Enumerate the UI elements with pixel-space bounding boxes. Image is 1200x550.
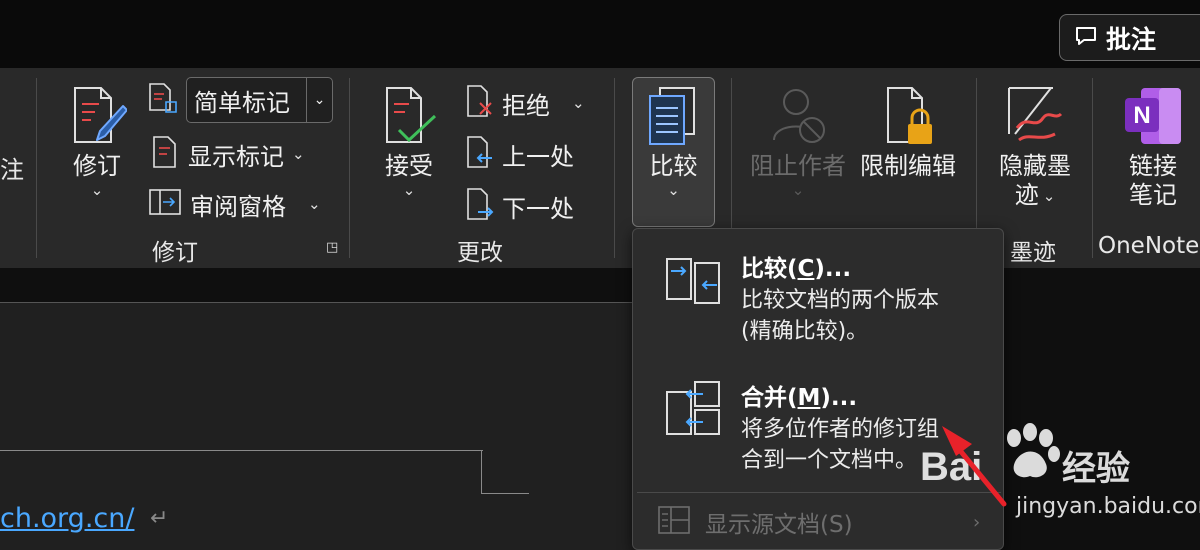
table-border (481, 493, 529, 494)
track-changes-icon (67, 84, 128, 152)
chevron-down-icon: ⌄ (791, 181, 805, 199)
hide-ink-label-line2: 迹 (1014, 181, 1039, 209)
show-markup-button[interactable]: 显示标记 ⌄ (150, 134, 305, 174)
lock-icon (878, 84, 938, 152)
compare-menu-desc-line1: 比较文档的两个版本 (741, 288, 940, 313)
combine-documents-icon (665, 380, 723, 442)
compare-menu-title: 比较(C)... (741, 256, 852, 282)
reject-button[interactable]: 拒绝 ⌄ (464, 83, 585, 123)
show-markup-icon (150, 134, 180, 174)
chevron-right-icon: › (973, 512, 981, 533)
block-authors-icon (768, 84, 828, 152)
chevron-down-icon: ⌄ (572, 94, 585, 112)
chevron-down-icon: ⌄ (667, 181, 680, 199)
track-changes-label: 修订 (73, 152, 121, 180)
restrict-editing-button[interactable]: 限制编辑 (858, 84, 958, 181)
comment-icon (1074, 25, 1098, 51)
comments-button[interactable]: 批注 (1059, 14, 1200, 61)
ribbon-divider (614, 78, 615, 258)
track-changes-group-label: 修订 (152, 240, 198, 266)
block-authors-label: 阻止作者 (750, 152, 846, 180)
review-pane-button[interactable]: 审阅窗格 ⌄ (148, 186, 321, 222)
ribbon-divider (1092, 78, 1093, 258)
restrict-editing-label: 限制编辑 (860, 152, 956, 180)
chevron-down-icon: ⌄ (402, 181, 416, 199)
accept-label: 接受 (385, 152, 433, 180)
show-markup-label: 显示标记 (188, 142, 284, 171)
onenote-group-label: OneNote (1098, 233, 1200, 259)
next-label: 下一处 (502, 194, 574, 223)
hide-ink-label-line1: 隐藏墨 (999, 152, 1071, 180)
markup-display-icon (146, 82, 180, 120)
chevron-down-icon[interactable]: ⌄ (306, 78, 332, 122)
watermark-url: jingyan.baidu.com (1016, 494, 1200, 519)
review-pane-label: 审阅窗格 (190, 192, 286, 221)
markup-display-value: 简单标记 (194, 88, 290, 117)
combine-menu-desc-line1: 将多位作者的修订组 (741, 417, 940, 442)
previous-change-button[interactable]: 上一处 (464, 134, 574, 174)
show-source-label: 显示源文档(S) (705, 512, 853, 538)
cut-off-button-label[interactable]: 注 (0, 150, 24, 185)
hide-ink-button[interactable]: 隐藏墨 迹 ⌄ (994, 84, 1076, 210)
ribbon-divider (36, 78, 37, 258)
block-authors-button[interactable]: 阻止作者 ⌄ (748, 84, 848, 199)
dialog-launcher-icon[interactable]: ◳ (326, 240, 338, 255)
compare-menu-desc-line2: (精确比较)。 (741, 319, 869, 344)
chevron-down-icon: ⌄ (1042, 186, 1056, 205)
compare-menu-item[interactable]: 比较(C)... 比较文档的两个版本 (精确比较)。 (633, 229, 1003, 357)
combine-menu-desc-line2: 合到一个文档中。 (741, 448, 918, 473)
changes-group-label: 更改 (457, 240, 503, 266)
hide-ink-label-line2-row: 迹 ⌄ (1015, 181, 1056, 210)
combine-menu-title: 合并(M)... (741, 385, 858, 411)
linked-notes-label-line1: 链接 (1129, 152, 1177, 180)
compare-icon (644, 84, 704, 152)
accept-button[interactable]: 接受 ⌄ (380, 84, 438, 199)
track-changes-button[interactable]: 修订 ⌄ (66, 84, 128, 199)
chevron-down-icon: ⌄ (308, 195, 321, 213)
linked-notes-button[interactable]: N 链接 笔记 (1118, 84, 1188, 210)
show-source-documents-item[interactable]: 显示源文档(S) (657, 505, 853, 539)
onenote-icon: N (1121, 84, 1185, 152)
reject-label: 拒绝 (502, 91, 550, 120)
compare-documents-icon (665, 255, 723, 311)
hyperlink[interactable]: ch.org.cn/ (0, 503, 134, 534)
next-change-button[interactable]: 下一处 (464, 186, 574, 226)
ribbon-divider (349, 78, 350, 258)
svg-text:经验: 经验 (1062, 449, 1130, 488)
title-bar: 批注 (0, 0, 1200, 68)
comments-label: 批注 (1106, 24, 1157, 54)
accept-icon (379, 84, 439, 152)
red-arrow-annotation (938, 418, 1014, 512)
chevron-down-icon: ⌄ (90, 181, 104, 199)
table-border (0, 450, 483, 451)
show-source-icon (657, 505, 691, 539)
table-border (481, 450, 482, 494)
compare-label: 比较 (649, 152, 698, 180)
previous-label: 上一处 (502, 142, 574, 171)
previous-icon (464, 134, 494, 174)
markup-display-dropdown[interactable]: 简单标记 ⌄ (186, 77, 333, 123)
svg-text:N: N (1133, 102, 1150, 129)
reject-icon (464, 83, 494, 123)
linked-notes-label-line2: 笔记 (1129, 181, 1177, 209)
chevron-down-icon: ⌄ (292, 145, 305, 163)
review-pane-icon (148, 186, 182, 222)
ink-group-label: 墨迹 (1010, 240, 1056, 266)
hide-ink-icon (1005, 84, 1065, 152)
next-icon (464, 186, 494, 226)
paragraph-mark-icon: ↵ (150, 506, 169, 531)
compare-button-content[interactable]: 比较 ⌄ (632, 84, 715, 199)
